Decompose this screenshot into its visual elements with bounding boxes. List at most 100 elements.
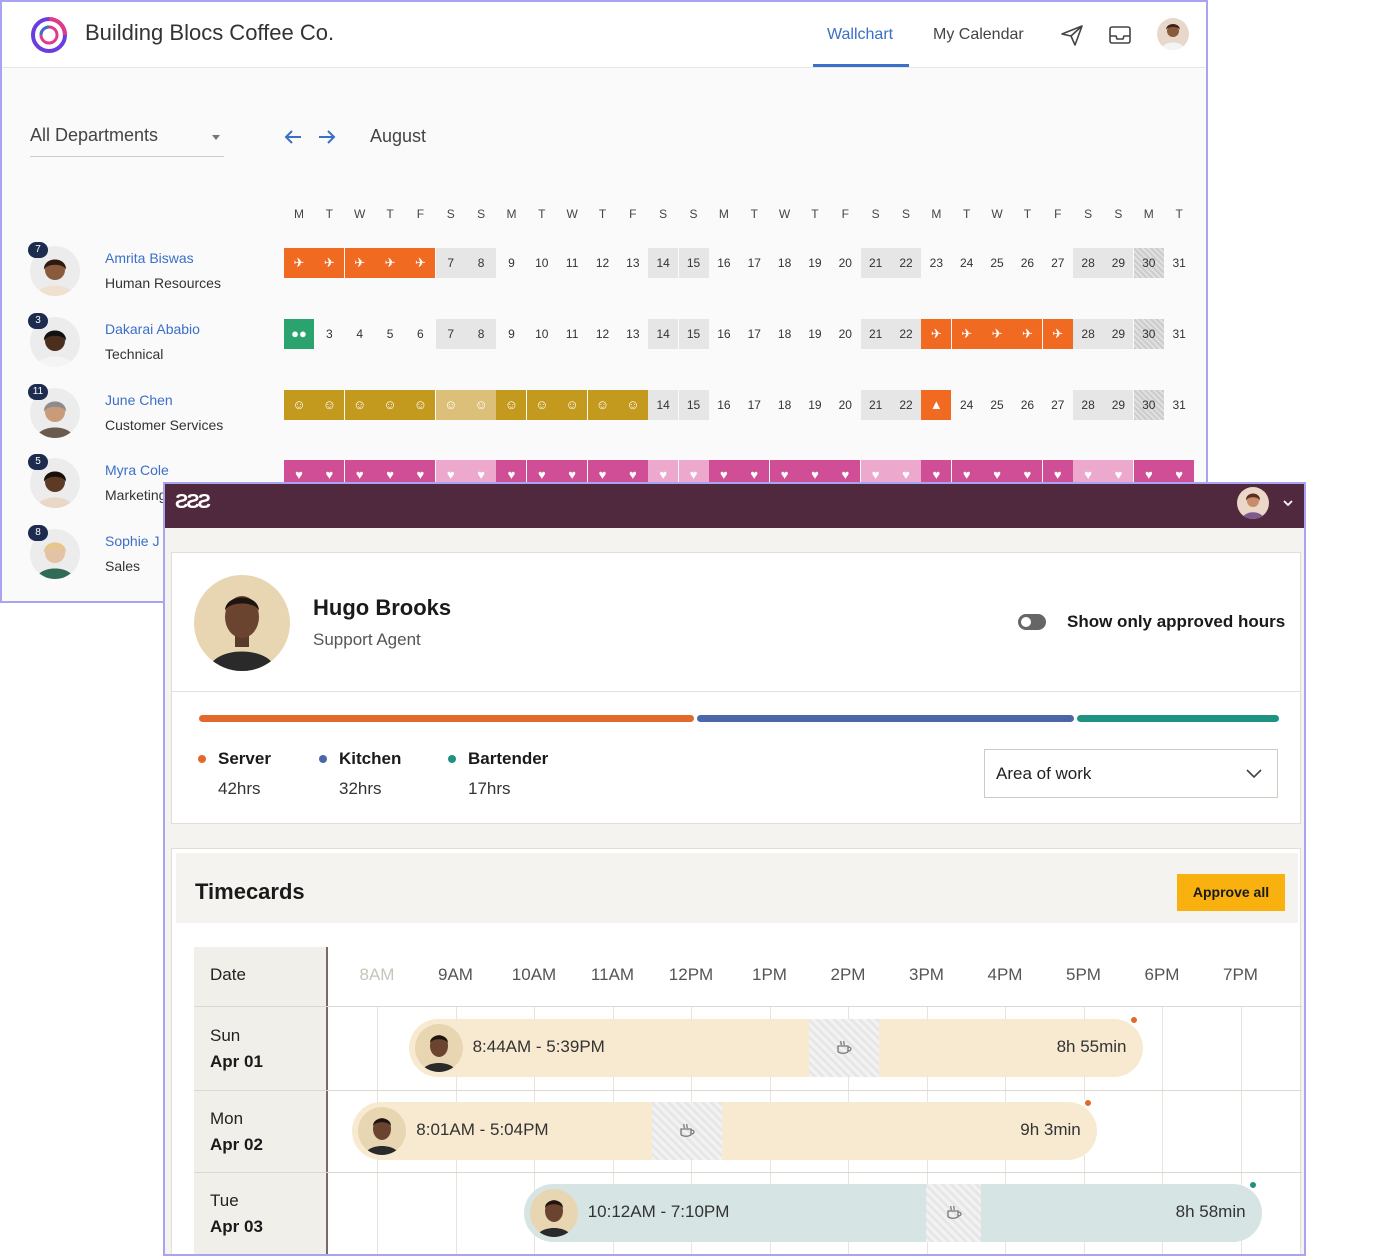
calendar-day-cell[interactable]: 14 bbox=[648, 390, 679, 420]
calendar-day-cell[interactable]: 9 bbox=[496, 248, 526, 278]
calendar-day-cell[interactable]: 30 bbox=[1133, 390, 1164, 420]
calendar-day-cell[interactable]: ☺ bbox=[617, 390, 648, 420]
calendar-day-cell[interactable]: 30 bbox=[1133, 248, 1164, 278]
calendar-day-cell[interactable]: 3 bbox=[314, 319, 344, 349]
calendar-day-cell[interactable]: ✈ bbox=[405, 248, 436, 278]
calendar-day-cell[interactable]: 14 bbox=[648, 248, 679, 278]
approved-hours-toggle[interactable] bbox=[1018, 614, 1046, 630]
calendar-day-cell[interactable]: 7 bbox=[435, 319, 466, 349]
calendar-day-cell[interactable]: 18 bbox=[770, 319, 800, 349]
calendar-day-cell[interactable]: 8 bbox=[466, 248, 497, 278]
user-avatar[interactable] bbox=[1237, 487, 1269, 519]
calendar-day-cell[interactable]: 17 bbox=[739, 319, 769, 349]
calendar-day-cell[interactable]: 27 bbox=[1043, 390, 1073, 420]
calendar-day-cell[interactable]: ✈ bbox=[375, 248, 406, 278]
calendar-day-cell[interactable]: 15 bbox=[678, 319, 709, 349]
area-of-work-select[interactable]: Area of work bbox=[984, 749, 1278, 798]
calendar-day-cell[interactable]: ✈ bbox=[284, 248, 314, 278]
calendar-day-cell[interactable]: 25 bbox=[982, 390, 1012, 420]
calendar-day-cell[interactable]: 13 bbox=[618, 248, 648, 278]
calendar-day-cell[interactable]: 13 bbox=[618, 319, 648, 349]
calendar-day-cell[interactable]: 8 bbox=[466, 319, 497, 349]
calendar-day-cell[interactable]: ☺ bbox=[344, 390, 375, 420]
person-name[interactable]: Dakarai Ababio bbox=[105, 321, 200, 337]
calendar-day-cell[interactable]: 15 bbox=[678, 248, 709, 278]
calendar-day-cell[interactable]: 20 bbox=[830, 390, 860, 420]
calendar-day-cell[interactable]: 25 bbox=[982, 248, 1012, 278]
calendar-day-cell[interactable]: 18 bbox=[770, 390, 800, 420]
calendar-day-cell[interactable]: ☺ bbox=[496, 390, 527, 420]
calendar-day-cell[interactable]: 19 bbox=[800, 390, 830, 420]
timecard-shift[interactable]: 8:44AM - 5:39PM 8h 55min bbox=[408, 1015, 1143, 1077]
timecard-shift[interactable]: 10:12AM - 7:10PM 8h 58min bbox=[523, 1180, 1262, 1242]
inbox-icon[interactable] bbox=[1107, 22, 1133, 48]
person-row[interactable]: 7 Amrita Biswas Human Resources bbox=[28, 242, 288, 302]
calendar-day-cell[interactable]: 28 bbox=[1073, 390, 1104, 420]
calendar-day-cell[interactable]: 31 bbox=[1164, 390, 1194, 420]
calendar-day-cell[interactable]: ▲ bbox=[921, 390, 952, 420]
calendar-day-cell[interactable]: 4 bbox=[345, 319, 375, 349]
calendar-day-cell[interactable]: 29 bbox=[1103, 248, 1134, 278]
calendar-day-cell[interactable]: ☺ bbox=[284, 390, 314, 420]
calendar-day-cell[interactable]: ●● bbox=[284, 319, 314, 349]
person-name[interactable]: Sophie J bbox=[105, 533, 159, 549]
person-row[interactable]: 3 Dakarai Ababio Technical bbox=[28, 313, 288, 373]
calendar-day-cell[interactable]: 26 bbox=[1012, 248, 1042, 278]
calendar-day-cell[interactable]: 12 bbox=[588, 319, 618, 349]
approve-all-button[interactable]: Approve all bbox=[1177, 874, 1285, 911]
calendar-day-cell[interactable]: ✈ bbox=[951, 319, 982, 349]
calendar-day-cell[interactable]: ✈ bbox=[314, 248, 345, 278]
calendar-day-cell[interactable]: 10 bbox=[527, 248, 557, 278]
calendar-day-cell[interactable]: 10 bbox=[527, 319, 557, 349]
calendar-day-cell[interactable]: 20 bbox=[830, 319, 860, 349]
calendar-day-cell[interactable]: ✈ bbox=[982, 319, 1013, 349]
calendar-day-cell[interactable]: 6 bbox=[405, 319, 435, 349]
calendar-day-cell[interactable]: 22 bbox=[891, 319, 921, 349]
calendar-day-cell[interactable]: 14 bbox=[648, 319, 679, 349]
person-name[interactable]: June Chen bbox=[105, 392, 173, 408]
calendar-day-cell[interactable]: ✈ bbox=[344, 248, 375, 278]
calendar-day-cell[interactable]: 12 bbox=[588, 248, 618, 278]
calendar-day-cell[interactable]: 27 bbox=[1043, 248, 1073, 278]
calendar-day-cell[interactable]: 24 bbox=[952, 390, 982, 420]
person-name[interactable]: Amrita Biswas bbox=[105, 250, 194, 266]
calendar-day-cell[interactable]: 21 bbox=[860, 319, 891, 349]
calendar-day-cell[interactable]: ✈ bbox=[921, 319, 952, 349]
calendar-day-cell[interactable]: ☺ bbox=[526, 390, 557, 420]
calendar-day-cell[interactable]: 9 bbox=[496, 319, 526, 349]
calendar-day-cell[interactable]: ☺ bbox=[375, 390, 406, 420]
calendar-day-cell[interactable]: 31 bbox=[1164, 248, 1194, 278]
calendar-day-cell[interactable]: 17 bbox=[739, 390, 769, 420]
timecard-shift[interactable]: 8:01AM - 5:04PM 9h 3min bbox=[352, 1097, 1097, 1160]
person-name[interactable]: Myra Cole bbox=[105, 462, 169, 478]
calendar-day-cell[interactable]: ☺ bbox=[405, 390, 436, 420]
person-row[interactable]: 11 June Chen Customer Services bbox=[28, 384, 288, 444]
calendar-day-cell[interactable]: ☺ bbox=[557, 390, 588, 420]
calendar-day-cell[interactable]: 23 bbox=[921, 248, 951, 278]
tab-my-calendar[interactable]: My Calendar bbox=[933, 26, 1024, 44]
tab-wallchart[interactable]: Wallchart bbox=[827, 26, 893, 44]
calendar-day-cell[interactable]: 16 bbox=[709, 319, 739, 349]
calendar-day-cell[interactable]: 21 bbox=[860, 390, 891, 420]
calendar-day-cell[interactable]: 11 bbox=[557, 319, 587, 349]
calendar-day-cell[interactable]: 24 bbox=[952, 248, 982, 278]
calendar-day-cell[interactable]: ☺ bbox=[435, 390, 466, 420]
calendar-day-cell[interactable]: 21 bbox=[860, 248, 891, 278]
calendar-day-cell[interactable]: 29 bbox=[1103, 390, 1134, 420]
calendar-day-cell[interactable]: 5 bbox=[375, 319, 405, 349]
calendar-day-cell[interactable]: ☺ bbox=[314, 390, 345, 420]
calendar-day-cell[interactable]: ✈ bbox=[1012, 319, 1043, 349]
calendar-day-cell[interactable]: ☺ bbox=[587, 390, 618, 420]
calendar-day-cell[interactable]: 7 bbox=[435, 248, 466, 278]
calendar-day-cell[interactable]: 29 bbox=[1103, 319, 1134, 349]
chevron-down-icon[interactable] bbox=[1281, 496, 1295, 510]
calendar-day-cell[interactable]: 19 bbox=[800, 319, 830, 349]
calendar-day-cell[interactable]: 22 bbox=[891, 248, 921, 278]
calendar-day-cell[interactable]: 30 bbox=[1133, 319, 1164, 349]
calendar-day-cell[interactable]: 16 bbox=[709, 390, 739, 420]
calendar-day-cell[interactable]: 19 bbox=[800, 248, 830, 278]
calendar-day-cell[interactable]: ✈ bbox=[1042, 319, 1073, 349]
calendar-day-cell[interactable]: ☺ bbox=[466, 390, 497, 420]
send-icon[interactable] bbox=[1059, 22, 1085, 48]
calendar-day-cell[interactable]: 15 bbox=[678, 390, 709, 420]
